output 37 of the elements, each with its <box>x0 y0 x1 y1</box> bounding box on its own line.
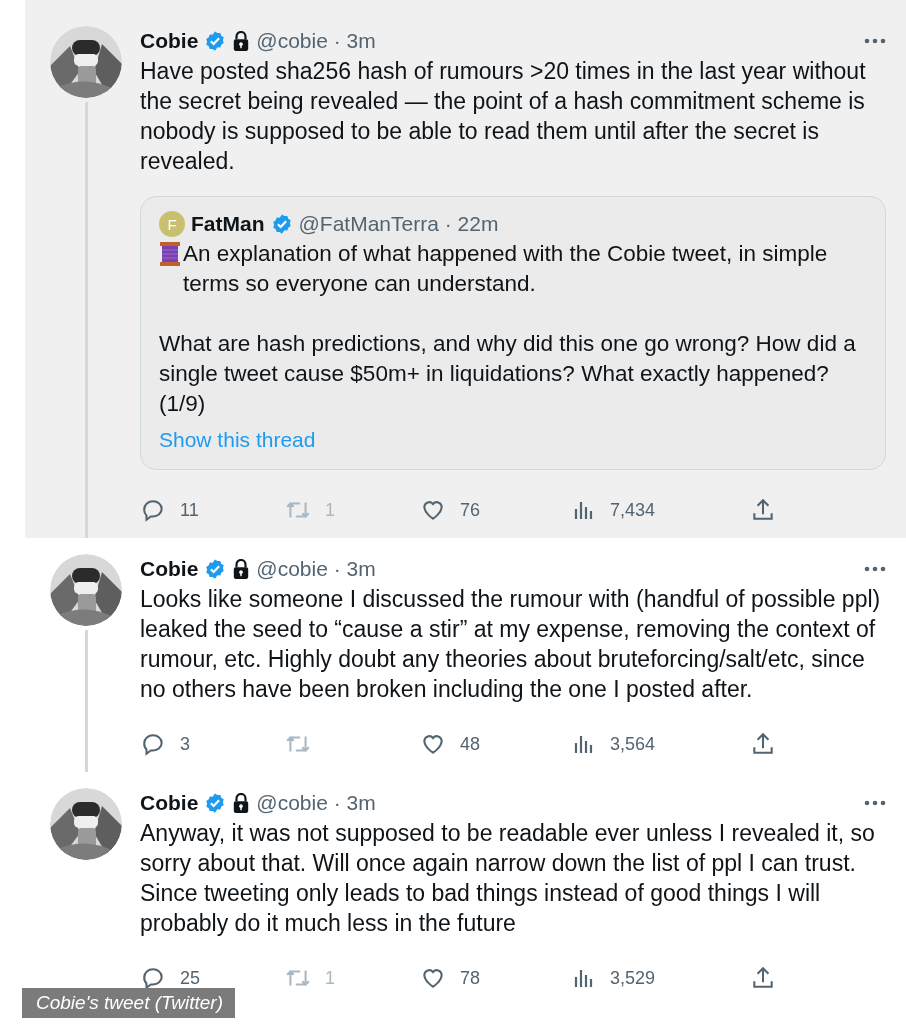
reply-count: 11 <box>180 499 199 521</box>
views-count: 3,564 <box>610 733 656 755</box>
reply-count: 3 <box>180 733 190 755</box>
like-count: 78 <box>460 967 481 989</box>
views-count: 7,434 <box>610 499 656 521</box>
quote-text: An explanation of what happened with the Cobie tweet, in simple terms so everyone can understand. <box>183 240 829 298</box>
reply-icon[interactable] <box>140 497 166 523</box>
retweet-count: 1 <box>325 499 335 521</box>
more-icon[interactable] <box>864 800 886 806</box>
author-name[interactable]: FatMan <box>191 212 265 236</box>
author-name[interactable]: Cobie <box>140 557 199 581</box>
tweet-text: Have posted sha256 hash of rumours >20 times in the last year without the secret being revealed — the point of a hash commitment scheme is nobody is supposed to be able to read them until after the secret is revealed. <box>140 57 867 176</box>
like-count: 76 <box>460 499 481 521</box>
more-icon[interactable] <box>864 566 886 572</box>
handle-and-time: @cobie · 3m <box>256 557 376 581</box>
handle-and-time: @cobie · 3m <box>256 29 376 53</box>
quote-text: What are hash predictions, and why did this one go wrong? How did a single tweet cause $50m+ in liquidations? What exactly happened? (1/9) <box>159 330 857 418</box>
handle-and-time: @cobie · 3m <box>256 791 376 815</box>
share-icon[interactable] <box>750 965 776 991</box>
like-count: 48 <box>460 733 481 755</box>
avatar-initial: F <box>159 211 185 237</box>
image-caption: Cobie's tweet (Twitter) <box>22 988 235 1018</box>
more-icon[interactable] <box>864 38 886 44</box>
reply-icon[interactable] <box>140 965 166 991</box>
share-icon[interactable] <box>750 497 776 523</box>
spool-icon <box>159 241 181 267</box>
tweet-text: Looks like someone I discussed the rumour with (handful of possible ppl) leaked the seed to “cause a stir” at my expense, removing the context of rumour, etc. Highly doubt any theories about bruteforcing/salt/etc, since no others have been broken including the one I posted after. <box>140 585 882 704</box>
author-name[interactable]: Cobie <box>140 791 199 815</box>
reply-count: 25 <box>180 967 201 989</box>
retweet-count: 1 <box>325 967 335 989</box>
share-icon[interactable] <box>750 731 776 757</box>
author-name[interactable]: Cobie <box>140 29 199 53</box>
handle-and-time: @FatManTerra · 22m <box>298 212 499 236</box>
quoted-tweet[interactable] <box>140 196 886 470</box>
views-count: 3,529 <box>610 967 656 989</box>
reply-icon[interactable] <box>140 731 166 757</box>
tweet-text: Anyway, it was not supposed to be readable ever unless I revealed it, so sorry about that. Will once again narrow down the list of ppl I can trust. Since tweeting only leads to bad things instead of good things I will probably do it much less in the future <box>140 819 876 938</box>
